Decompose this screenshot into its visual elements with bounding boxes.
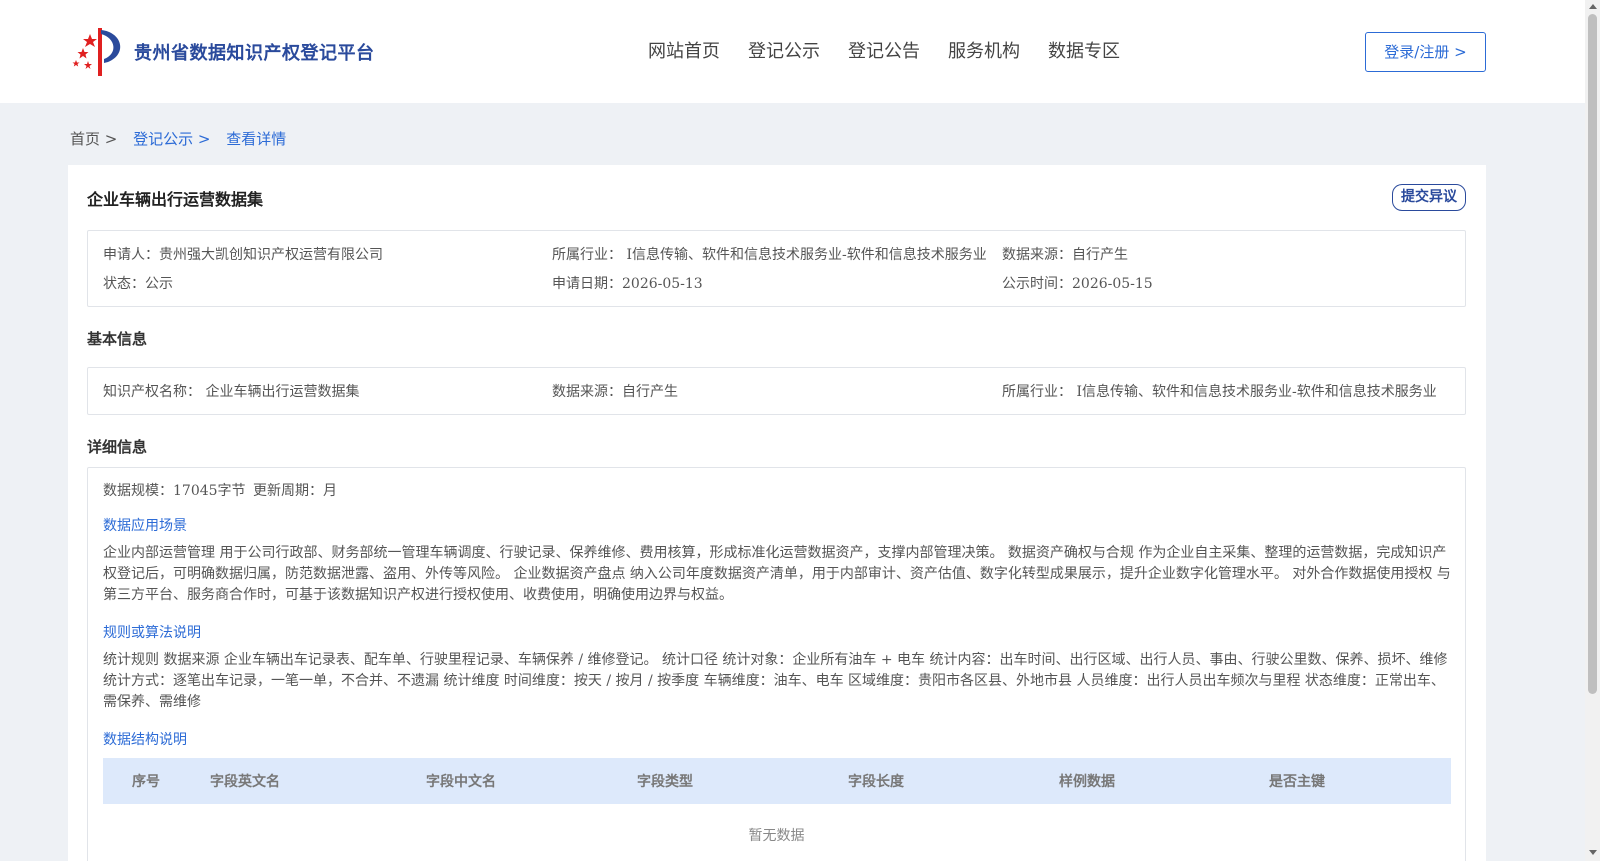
basic-info-heading: 基本信息 (87, 330, 148, 348)
breadcrumb-home[interactable]: 首页 > (70, 130, 117, 148)
col-length: 字段长度 (848, 774, 904, 790)
col-index: 序号 (132, 774, 160, 790)
breadcrumb-current[interactable]: 查看详情 (226, 130, 286, 148)
scroll-up-icon[interactable] (1589, 4, 1597, 9)
data-scale: 数据规模：17045字节 (103, 483, 246, 499)
detail-info-heading: 详细信息 (87, 438, 148, 456)
ip-name: 知识产权名称： 企业车辆出行运营数据集 (103, 384, 360, 400)
nav-home[interactable]: 网站首页 (648, 40, 720, 64)
industry: 所属行业： I信息传输、软件和信息技术服务业-软件和信息技术服务业 (552, 247, 987, 263)
col-chinese-name: 字段中文名 (426, 774, 496, 790)
scroll-thumb[interactable] (1588, 14, 1597, 694)
apply-date: 申请日期：2026-05-13 (552, 276, 703, 292)
summary-box: 申请人：贵州强大凯创知识产权运营有限公司 所属行业： I信息传输、软件和信息技术… (87, 230, 1466, 307)
scenario-heading: 数据应用场景 (103, 518, 187, 534)
logo-emblem-icon (72, 28, 121, 76)
page-title: 企业车辆出行运营数据集 (87, 190, 264, 209)
nav-service-agencies[interactable]: 服务机构 (948, 40, 1020, 64)
detail-card: 企业车辆出行运营数据集 提交异议 申请人：贵州强大凯创知识产权运营有限公司 所属… (68, 165, 1486, 861)
scroll-down-icon[interactable] (1589, 850, 1597, 855)
publish-date: 公示时间：2026-05-15 (1002, 276, 1153, 292)
basic-data-source: 数据来源：自行产生 (552, 384, 678, 400)
col-primary-key: 是否主键 (1269, 774, 1325, 790)
main-nav: 网站首页 登记公示 登记公告 服务机构 数据专区 (648, 40, 1148, 64)
scenario-text: 企业内部运营管理 用于公司行政部、财务部统一管理车辆调度、行驶记录、保养维修、费… (103, 545, 1451, 603)
applicant: 申请人：贵州强大凯创知识产权运营有限公司 (103, 247, 383, 263)
breadcrumb: 首页 > 登记公示 > 查看详情 (70, 128, 286, 149)
nav-registration-publicity[interactable]: 登记公示 (748, 40, 820, 64)
page-scrollbar[interactable] (1585, 0, 1600, 861)
top-header: 贵州省数据知识产权登记平台 网站首页 登记公示 登记公告 服务机构 数据专区 登… (0, 0, 1585, 103)
structure-heading: 数据结构说明 (103, 732, 187, 748)
site-logo[interactable]: 贵州省数据知识产权登记平台 (70, 26, 375, 78)
submit-objection-button[interactable]: 提交异议 (1392, 184, 1466, 211)
status: 状态：公示 (103, 276, 173, 292)
site-title: 贵州省数据知识产权登记平台 (134, 43, 375, 64)
data-source: 数据来源：自行产生 (1002, 247, 1128, 263)
nav-registration-announcement[interactable]: 登记公告 (848, 40, 920, 64)
basic-info-box: 知识产权名称： 企业车辆出行运营数据集 数据来源：自行产生 所属行业： I信息传… (87, 367, 1466, 415)
structure-table-header: 序号 字段英文名 字段中文名 字段类型 字段长度 样例数据 是否主键 (103, 758, 1451, 804)
nav-data-zone[interactable]: 数据专区 (1048, 40, 1120, 64)
rules-heading: 规则或算法说明 (103, 625, 201, 641)
detail-info-box: 数据规模：17045字节 更新周期：月 数据应用场景 企业内部运营管理 用于公司… (87, 467, 1466, 861)
breadcrumb-publicity[interactable]: 登记公示 > (133, 130, 210, 148)
rules-text: 统计规则 数据来源 企业车辆出车记录表、配车单、行驶里程记录、车辆保养 / 维修… (103, 652, 1448, 710)
update-cycle: 更新周期：月 (253, 483, 337, 499)
login-register-button[interactable]: 登录/注册 > (1365, 32, 1486, 72)
col-type: 字段类型 (637, 774, 693, 790)
col-english-name: 字段英文名 (210, 774, 280, 790)
empty-table-text: 暂无数据 (748, 828, 805, 844)
basic-industry: 所属行业： I信息传输、软件和信息技术服务业-软件和信息技术服务业 (1002, 384, 1437, 400)
col-sample: 样例数据 (1059, 774, 1115, 790)
